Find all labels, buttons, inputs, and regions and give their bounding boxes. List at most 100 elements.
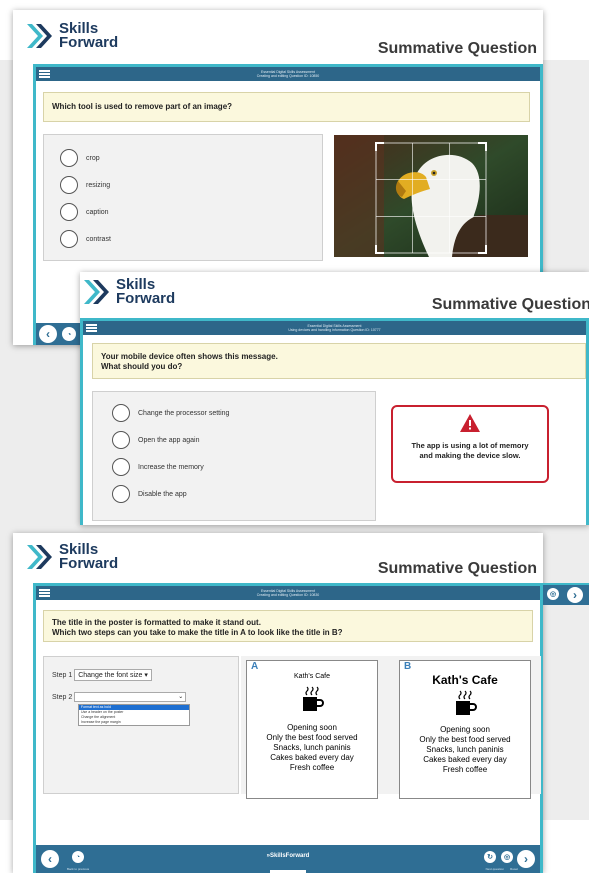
radio-button[interactable] (60, 176, 78, 194)
menu-icon[interactable] (39, 70, 50, 78)
header-title: Summative Question (377, 40, 537, 57)
option-label: resizing (86, 181, 111, 189)
back-button[interactable]: ‹ (39, 325, 57, 343)
poster-b: B Kath's Cafe Opening soon Only the best… (399, 660, 531, 799)
skills-forward-logo: Skills Forward (82, 277, 176, 307)
back-button[interactable]: ‹ (41, 850, 59, 868)
step2-label: Step 2 (52, 693, 73, 701)
warning-line1: The app is using a lot of memory (411, 441, 529, 450)
question-box: The title in the poster is formatted to … (43, 610, 533, 642)
step1-value: Change the font size (78, 672, 143, 679)
poster-a-line: Only the best food served (266, 733, 358, 742)
footer-right-caption1: Next question (485, 867, 504, 871)
next-button[interactable]: › (517, 850, 535, 868)
option-label: crop (86, 154, 100, 162)
coffee-cup-icon (456, 690, 477, 715)
screen-3-topbar: Essential Digital Skills Assessment Creat… (36, 586, 540, 600)
screen-3-bottombar: ‹ ◔ Back to previous »SkillsForward ↻ ◎ … (36, 845, 540, 873)
option-label: Change the processor setting (138, 409, 230, 417)
coffee-cup-icon (303, 686, 324, 711)
topbar-subtitle: Using devices and handling information Q… (288, 328, 381, 332)
topbar-subtitle: Creating and editing Question ID: 10850 (256, 74, 320, 78)
option-disable-app[interactable]: Disable the app (112, 485, 375, 503)
question-box: Your mobile device often shows this mess… (92, 343, 586, 379)
screen-2-content: Your mobile device often shows this mess… (83, 335, 586, 525)
radio-button[interactable] (60, 230, 78, 248)
radio-button[interactable] (60, 149, 78, 167)
poster-a-line: Opening soon (287, 723, 337, 732)
menu-icon[interactable] (39, 589, 50, 597)
radio-button[interactable] (112, 404, 130, 422)
option-label: Open the app again (138, 436, 200, 444)
option-contrast[interactable]: contrast (60, 230, 322, 248)
poster-b-line: Snacks, lunch paninis (426, 745, 504, 754)
radio-button[interactable] (112, 431, 130, 449)
chevrons-logo-icon (27, 545, 52, 569)
poster-b-title: Kath's Cafe (432, 673, 498, 687)
screen-2-bottombar-fragment: ◎ › (543, 583, 589, 605)
step1-select[interactable]: Change the font size ▾ (74, 669, 152, 681)
screen-3-header: Skills Forward Summative Question (13, 533, 543, 583)
radio-button[interactable] (60, 203, 78, 221)
poster-a-line: Snacks, lunch paninis (273, 743, 351, 752)
help-button[interactable]: ◎ (547, 588, 559, 600)
audio-button[interactable]: ◔ (72, 851, 84, 863)
option-label: caption (86, 208, 109, 216)
header-title: Summative Question (377, 560, 537, 577)
header-title: Summative Question (431, 296, 589, 313)
question-line2: What should you do? (101, 362, 183, 371)
question-box: Which tool is used to remove part of an … (43, 92, 530, 122)
option-label: contrast (86, 235, 111, 243)
next-button[interactable]: › (567, 587, 583, 603)
chevrons-logo-icon (84, 280, 109, 304)
option-label: Disable the app (138, 490, 187, 498)
skills-forward-logo: Skills Forward (25, 542, 119, 572)
option-label: Increase the memory (138, 463, 204, 471)
option-crop[interactable]: crop (60, 149, 322, 167)
screen-2: Skills Forward Summative Question Essenti… (80, 272, 589, 525)
question-line2: Which two steps can you take to make the… (52, 628, 343, 637)
question-line1: The title in the poster is formatted to … (52, 618, 261, 627)
screen-1-header: Skills Forward Summative Question (13, 10, 543, 64)
option-change-processor[interactable]: Change the processor setting (112, 404, 375, 422)
menu-icon[interactable] (86, 324, 97, 332)
radio-button[interactable] (112, 458, 130, 476)
option-resizing[interactable]: resizing (60, 176, 322, 194)
option-increase-memory[interactable]: Increase the memory (112, 458, 375, 476)
radio-button[interactable] (112, 485, 130, 503)
poster-b-line: Opening soon (440, 725, 490, 734)
eagle-photo (334, 135, 528, 257)
warning-icon (460, 414, 480, 432)
poster-b-line: Only the best food served (419, 735, 511, 744)
poster-b-line: Cakes baked every day (423, 755, 507, 764)
step2-dropdown: Format text as bold Use a header on the … (78, 704, 190, 726)
reset-button[interactable]: ↻ (484, 851, 496, 863)
logo-line2: Forward (59, 555, 119, 572)
footer-brand-text: SkillsForward (269, 853, 310, 859)
option-caption[interactable]: caption (60, 203, 322, 221)
help-button[interactable]: ◎ (501, 851, 513, 863)
skills-forward-logo: Skills Forward (25, 21, 119, 51)
chevrons-logo-icon (27, 24, 52, 48)
logo-line2: Forward (59, 34, 119, 51)
logo-line2: Forward (116, 290, 176, 307)
question-line1: Your mobile device often shows this mess… (101, 352, 278, 361)
screen-3-frame: Essential Digital Skills Assessment Creat… (33, 583, 543, 873)
step2-select[interactable]: ⌄ (74, 692, 187, 702)
topbar-subtitle: Creating and editing Question ID: 10830 (256, 593, 320, 597)
poster-b-line: Fresh coffee (442, 765, 488, 774)
screen-3: Skills Forward Summative Question Essenti… (13, 533, 543, 873)
options-panel: crop resizing caption contrast (43, 134, 323, 261)
footer-brand: »SkillsForward (267, 853, 310, 859)
poster-a: A Kath's Cafe Opening soon Only the best… (246, 660, 378, 799)
audio-button[interactable]: ◔ (62, 327, 76, 341)
poster-a-line: Fresh coffee (289, 763, 335, 772)
screen-2-header: Skills Forward Summative Question (80, 272, 589, 318)
steps-panel: Step 1 Change the font size ▾ Step 2 ⌄ F… (43, 656, 239, 794)
footer-right-caption2: Reset (510, 867, 518, 871)
poster-a-title: Kath's Cafe (294, 673, 330, 680)
options-panel: Change the processor setting Open the ap… (92, 391, 376, 521)
dropdown-option[interactable]: Increase the page margin (79, 720, 189, 725)
option-open-app-again[interactable]: Open the app again (112, 431, 375, 449)
warning-message: The app is using a lot of memory and mak… (391, 405, 549, 483)
